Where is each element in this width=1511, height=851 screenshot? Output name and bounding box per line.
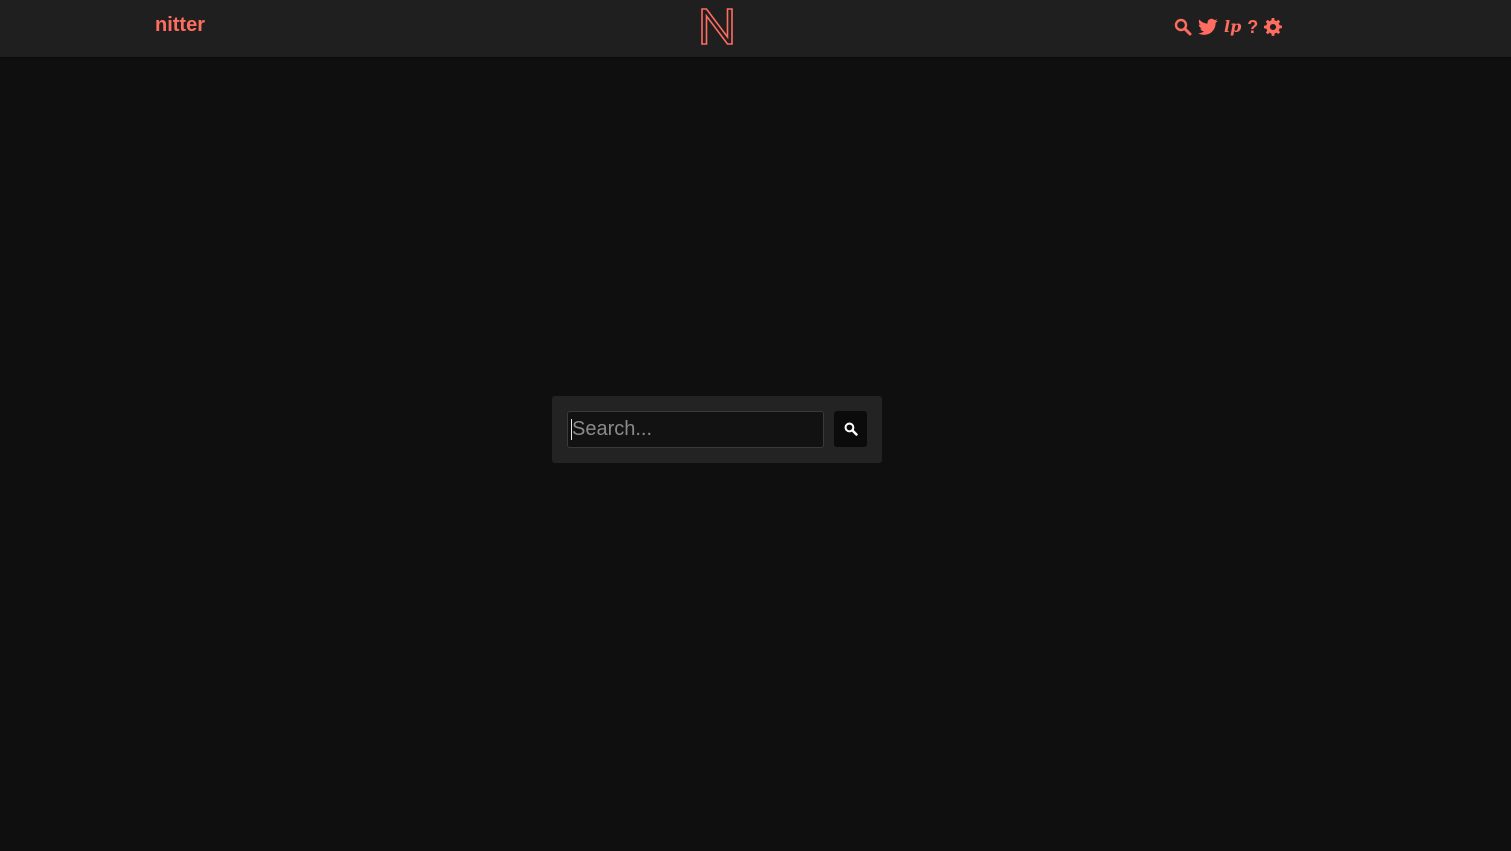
nav-icon-group: lp ?: [1174, 16, 1283, 38]
nitter-logo-icon[interactable]: [699, 6, 735, 46]
brand-link[interactable]: nitter: [155, 13, 205, 37]
twitter-bird-icon[interactable]: [1198, 18, 1218, 36]
search-input[interactable]: [567, 411, 824, 448]
search-icon: [844, 422, 858, 436]
search-button[interactable]: [834, 411, 867, 447]
help-icon[interactable]: ?: [1247, 18, 1258, 36]
gear-icon[interactable]: [1264, 18, 1283, 36]
top-navbar: nitter lp ?: [0, 0, 1511, 58]
text-cursor: [571, 419, 572, 440]
search-panel: [552, 396, 882, 463]
search-icon[interactable]: [1174, 18, 1192, 36]
lp-icon[interactable]: lp: [1224, 18, 1241, 36]
